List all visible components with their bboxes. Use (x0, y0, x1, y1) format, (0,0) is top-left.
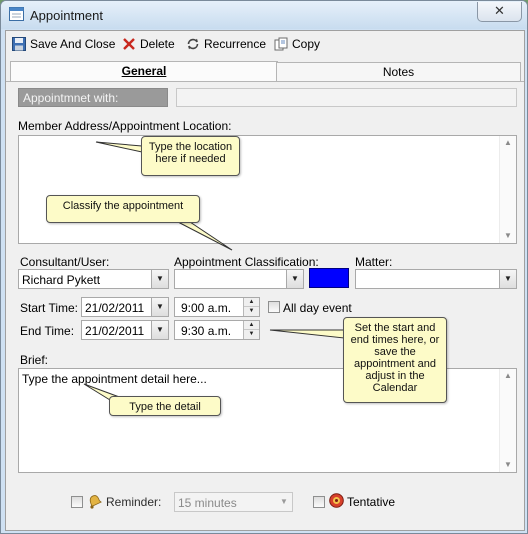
chevron-down-icon[interactable]: ▼ (286, 270, 303, 288)
bell-icon (89, 495, 102, 509)
start-time-field[interactable]: 9:00 a.m. ▲ ▼ (174, 297, 260, 317)
delete-x-icon (123, 38, 135, 50)
tentative-label: Tentative (347, 495, 396, 509)
floppy-disk-icon (12, 37, 26, 51)
appointment-with-label: Appointmnet with: (18, 88, 168, 107)
end-date-picker[interactable]: 21/02/2011 ▼ (81, 320, 169, 340)
start-time-label: Start Time: (20, 301, 79, 315)
consultant-select[interactable]: Richard Pykett ▼ (18, 269, 169, 289)
classification-color-swatch (309, 268, 349, 288)
end-date-value: 21/02/2011 (85, 324, 145, 338)
copy-button[interactable]: Copy (274, 36, 326, 52)
location-label: Member Address/Appointment Location: (18, 119, 232, 133)
matter-select[interactable]: ▼ (355, 269, 517, 289)
end-time-field[interactable]: 9:30 a.m. ▲ ▼ (174, 320, 260, 340)
tab-general-label: General (121, 64, 167, 78)
end-time-label: End Time: (20, 324, 75, 338)
save-and-close-label: Save And Close (30, 37, 116, 51)
spin-up-icon[interactable]: ▲ (244, 298, 259, 307)
recurrence-icon (187, 38, 199, 50)
brief-label: Brief: (20, 353, 49, 367)
classification-label: Appointment Classification: (174, 255, 319, 269)
toolbar: Save And Close Delete Recurrence Copy (6, 31, 524, 57)
detail-callout: Type the detail (109, 396, 221, 416)
brief-scrollbar[interactable]: ▲ ▼ (499, 369, 516, 472)
tentative-checkbox[interactable] (313, 496, 325, 508)
consultant-value: Richard Pykett (22, 273, 101, 287)
all-day-label: All day event (283, 301, 352, 315)
reminder-label: Reminder: (106, 495, 162, 509)
classification-select[interactable]: ▼ (174, 269, 304, 289)
spin-down-icon[interactable]: ▼ (244, 307, 259, 316)
classify-callout: Classify the appointment (46, 195, 200, 223)
copy-icon (274, 37, 288, 51)
scroll-up-arrow-icon[interactable]: ▲ (500, 369, 516, 383)
location-textarea[interactable]: ▲ ▼ (18, 135, 517, 244)
appointment-window: Appointment ✕ Save And Close Delete Recu… (0, 0, 528, 534)
spin-down-icon[interactable]: ▼ (244, 330, 259, 339)
copy-label: Copy (292, 37, 321, 51)
start-date-picker[interactable]: 21/02/2011 ▼ (81, 297, 169, 317)
start-time-value: 9:00 a.m. (181, 301, 232, 315)
chevron-down-icon[interactable]: ▼ (151, 270, 168, 288)
reminder-select[interactable]: 15 minutes ▼ (174, 492, 293, 512)
dialog-body: Save And Close Delete Recurrence Copy Ge… (5, 30, 525, 531)
reminder-checkbox[interactable] (71, 496, 83, 508)
matter-label: Matter: (355, 255, 393, 269)
delete-label: Delete (140, 37, 175, 51)
delete-button[interactable]: Delete (122, 36, 178, 52)
detail-callout-text: Type the detail (129, 401, 201, 413)
location-callout: Type the location here if needed (141, 136, 240, 176)
chevron-down-icon[interactable]: ▼ (151, 321, 168, 339)
recurrence-label: Recurrence (204, 37, 267, 51)
times-callout-text: Set the start and end times here, or sav… (350, 322, 440, 394)
classify-callout-text: Classify the appointment (62, 200, 184, 212)
save-and-close-button[interactable]: Save And Close (12, 36, 115, 52)
scroll-up-arrow-icon[interactable]: ▲ (500, 136, 516, 150)
appointment-with-field (176, 88, 517, 107)
window-title: Appointment (30, 8, 103, 23)
location-scrollbar[interactable]: ▲ ▼ (499, 136, 516, 243)
location-callout-text: Type the location here if needed (148, 141, 233, 165)
scroll-down-arrow-icon[interactable]: ▼ (500, 458, 516, 472)
close-button[interactable]: ✕ (477, 2, 522, 22)
brief-text: Type the appointment detail here... (22, 372, 207, 386)
calendar-app-icon (9, 7, 24, 21)
chevron-down-icon[interactable]: ▼ (151, 298, 168, 316)
times-callout: Set the start and end times here, or sav… (343, 317, 447, 403)
recurrence-button[interactable]: Recurrence (186, 36, 266, 52)
consultant-label: Consultant/User: (20, 255, 110, 269)
close-icon: ✕ (494, 3, 505, 18)
tab-notes[interactable]: Notes (276, 62, 521, 82)
tab-general[interactable]: General (10, 61, 278, 82)
reminder-value: 15 minutes (178, 496, 237, 510)
tentative-icon (329, 493, 344, 508)
start-time-spinner[interactable]: ▲ ▼ (243, 298, 259, 316)
spin-up-icon[interactable]: ▲ (244, 321, 259, 330)
chevron-down-icon[interactable]: ▼ (276, 493, 292, 511)
all-day-checkbox[interactable] (268, 301, 280, 313)
tab-divider (6, 81, 524, 82)
chevron-down-icon[interactable]: ▼ (499, 270, 516, 288)
title-bar[interactable]: Appointment ✕ (1, 1, 527, 29)
end-time-value: 9:30 a.m. (181, 324, 232, 338)
scroll-down-arrow-icon[interactable]: ▼ (500, 229, 516, 243)
end-time-spinner[interactable]: ▲ ▼ (243, 321, 259, 339)
tab-notes-label: Notes (382, 65, 415, 79)
start-date-value: 21/02/2011 (85, 301, 145, 315)
